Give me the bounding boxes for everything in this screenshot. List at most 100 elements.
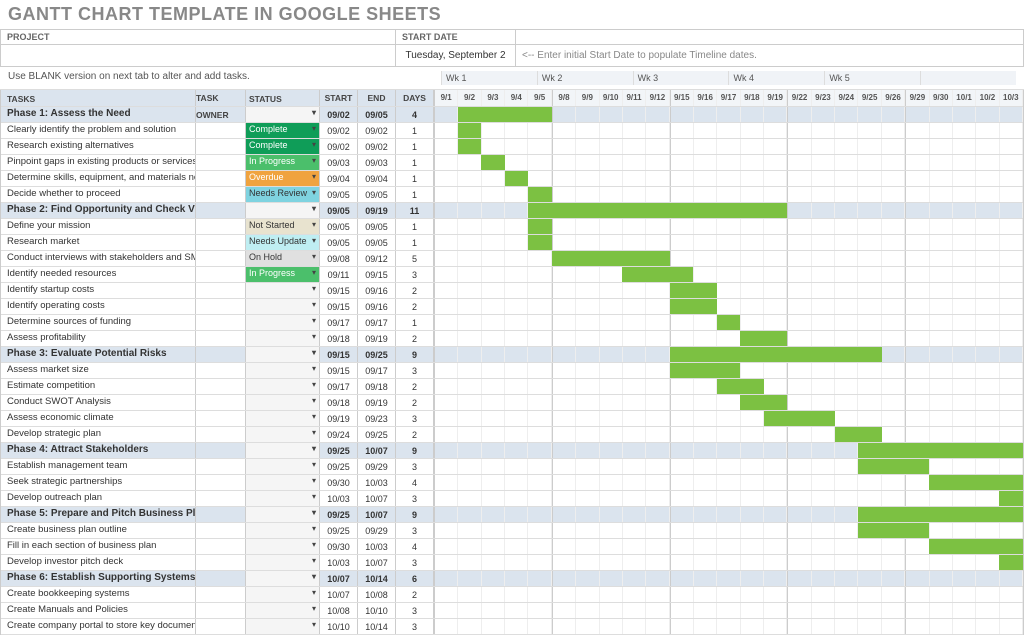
status-dropdown[interactable]: [246, 411, 320, 426]
end-date-cell[interactable]: 09/05: [358, 219, 396, 234]
task-owner[interactable]: [196, 443, 246, 458]
task-owner[interactable]: [196, 571, 246, 586]
end-date-cell[interactable]: 09/25: [358, 347, 396, 362]
start-date-cell[interactable]: 09/19: [320, 411, 358, 426]
task-name[interactable]: Phase 3: Evaluate Potential Risks: [1, 347, 196, 362]
task-name[interactable]: Phase 5: Prepare and Pitch Business Plan: [1, 507, 196, 522]
task-name[interactable]: Create Manuals and Policies: [1, 603, 196, 618]
task-name[interactable]: Create business plan outline: [1, 523, 196, 538]
task-owner[interactable]: [196, 187, 246, 202]
start-date-cell[interactable]: 09/03: [320, 155, 358, 170]
end-date-cell[interactable]: 09/05: [358, 187, 396, 202]
start-date-cell[interactable]: 10/10: [320, 619, 358, 634]
task-owner[interactable]: [196, 283, 246, 298]
task-name[interactable]: Phase 6: Establish Supporting Systems: [1, 571, 196, 586]
start-date-cell[interactable]: 09/15: [320, 363, 358, 378]
task-name[interactable]: Phase 4: Attract Stakeholders: [1, 443, 196, 458]
phase-row[interactable]: Phase 3: Evaluate Potential Risks09/1509…: [1, 347, 1023, 363]
task-row[interactable]: Decide whether to proceedNeeds Review09/…: [1, 187, 1023, 203]
task-owner[interactable]: [196, 411, 246, 426]
start-date-cell[interactable]: 09/17: [320, 379, 358, 394]
start-date-cell[interactable]: 10/07: [320, 587, 358, 602]
task-owner[interactable]: [196, 395, 246, 410]
task-owner[interactable]: [196, 171, 246, 186]
task-owner[interactable]: [196, 587, 246, 602]
status-dropdown[interactable]: [246, 459, 320, 474]
status-dropdown[interactable]: In Progress: [246, 267, 320, 282]
end-date-cell[interactable]: 09/18: [358, 379, 396, 394]
status-dropdown[interactable]: Overdue: [246, 171, 320, 186]
start-date-cell[interactable]: 10/03: [320, 491, 358, 506]
status-dropdown[interactable]: [246, 299, 320, 314]
start-date-cell[interactable]: 09/17: [320, 315, 358, 330]
status-dropdown[interactable]: [246, 475, 320, 490]
project-input[interactable]: [1, 45, 396, 66]
end-date-cell[interactable]: 10/08: [358, 587, 396, 602]
end-date-cell[interactable]: 09/23: [358, 411, 396, 426]
end-date-cell[interactable]: 09/04: [358, 171, 396, 186]
start-date-cell[interactable]: 09/30: [320, 475, 358, 490]
task-owner[interactable]: [196, 523, 246, 538]
status-dropdown[interactable]: [246, 395, 320, 410]
task-row[interactable]: Define your missionNot Started09/0509/05…: [1, 219, 1023, 235]
task-name[interactable]: Research market: [1, 235, 196, 250]
start-date-cell[interactable]: 09/02: [320, 123, 358, 138]
task-name[interactable]: Determine skills, equipment, and materia…: [1, 171, 196, 186]
start-date-cell[interactable]: 09/05: [320, 235, 358, 250]
end-date-cell[interactable]: 09/02: [358, 123, 396, 138]
task-row[interactable]: Clearly identify the problem and solutio…: [1, 123, 1023, 139]
status-dropdown[interactable]: [246, 283, 320, 298]
task-name[interactable]: Pinpoint gaps in existing products or se…: [1, 155, 196, 170]
task-name[interactable]: Assess economic climate: [1, 411, 196, 426]
end-date-cell[interactable]: 09/05: [358, 107, 396, 122]
task-row[interactable]: Identify needed resources In Progress 09/1…: [1, 267, 1023, 283]
task-owner[interactable]: [196, 315, 246, 330]
end-date-cell[interactable]: 09/25: [358, 427, 396, 442]
end-date-cell[interactable]: 10/07: [358, 491, 396, 506]
start-date-input[interactable]: Tuesday, September 2: [396, 45, 516, 66]
start-date-cell[interactable]: 09/25: [320, 443, 358, 458]
end-date-cell[interactable]: 09/19: [358, 203, 396, 218]
task-owner[interactable]: [196, 539, 246, 554]
task-name[interactable]: Fill in each section of business plan: [1, 539, 196, 554]
start-date-cell[interactable]: 09/05: [320, 203, 358, 218]
task-row[interactable]: Research marketNeeds Update09/0509/051: [1, 235, 1023, 251]
task-name[interactable]: Create company portal to store key docum…: [1, 619, 196, 634]
start-date-cell[interactable]: 09/15: [320, 283, 358, 298]
status-dropdown[interactable]: [246, 379, 320, 394]
status-dropdown[interactable]: [246, 107, 320, 122]
start-date-cell[interactable]: 09/25: [320, 459, 358, 474]
status-dropdown[interactable]: [246, 587, 320, 602]
end-date-cell[interactable]: 09/17: [358, 315, 396, 330]
start-date-cell[interactable]: 09/18: [320, 331, 358, 346]
task-name[interactable]: Determine sources of funding: [1, 315, 196, 330]
status-dropdown[interactable]: [246, 203, 320, 218]
start-date-cell[interactable]: 09/15: [320, 299, 358, 314]
task-row[interactable]: Develop strategic plan09/2409/252: [1, 427, 1023, 443]
task-owner[interactable]: [196, 219, 246, 234]
task-owner[interactable]: [196, 459, 246, 474]
task-owner[interactable]: [196, 507, 246, 522]
status-dropdown[interactable]: On Hold: [246, 251, 320, 266]
task-row[interactable]: Create bookkeeping systems10/0710/082: [1, 587, 1023, 603]
end-date-cell[interactable]: 09/15: [358, 267, 396, 282]
phase-row[interactable]: Phase 5: Prepare and Pitch Business Plan…: [1, 507, 1023, 523]
task-row[interactable]: Determine skills, equipment, and materia…: [1, 171, 1023, 187]
task-name[interactable]: Estimate competition: [1, 379, 196, 394]
task-owner[interactable]: [196, 267, 246, 282]
end-date-cell[interactable]: 09/19: [358, 395, 396, 410]
end-date-cell[interactable]: 10/10: [358, 603, 396, 618]
status-dropdown[interactable]: [246, 523, 320, 538]
task-owner[interactable]: [196, 555, 246, 570]
task-name[interactable]: Identify startup costs: [1, 283, 196, 298]
task-owner[interactable]: [196, 235, 246, 250]
task-name[interactable]: Identify needed resources: [1, 267, 196, 282]
status-dropdown[interactable]: Needs Review: [246, 187, 320, 202]
task-name[interactable]: Seek strategic partnerships: [1, 475, 196, 490]
status-dropdown[interactable]: [246, 331, 320, 346]
end-date-cell[interactable]: 09/29: [358, 523, 396, 538]
task-owner[interactable]: [196, 251, 246, 266]
task-name[interactable]: Define your mission: [1, 219, 196, 234]
task-name[interactable]: Develop strategic plan: [1, 427, 196, 442]
status-dropdown[interactable]: [246, 539, 320, 554]
